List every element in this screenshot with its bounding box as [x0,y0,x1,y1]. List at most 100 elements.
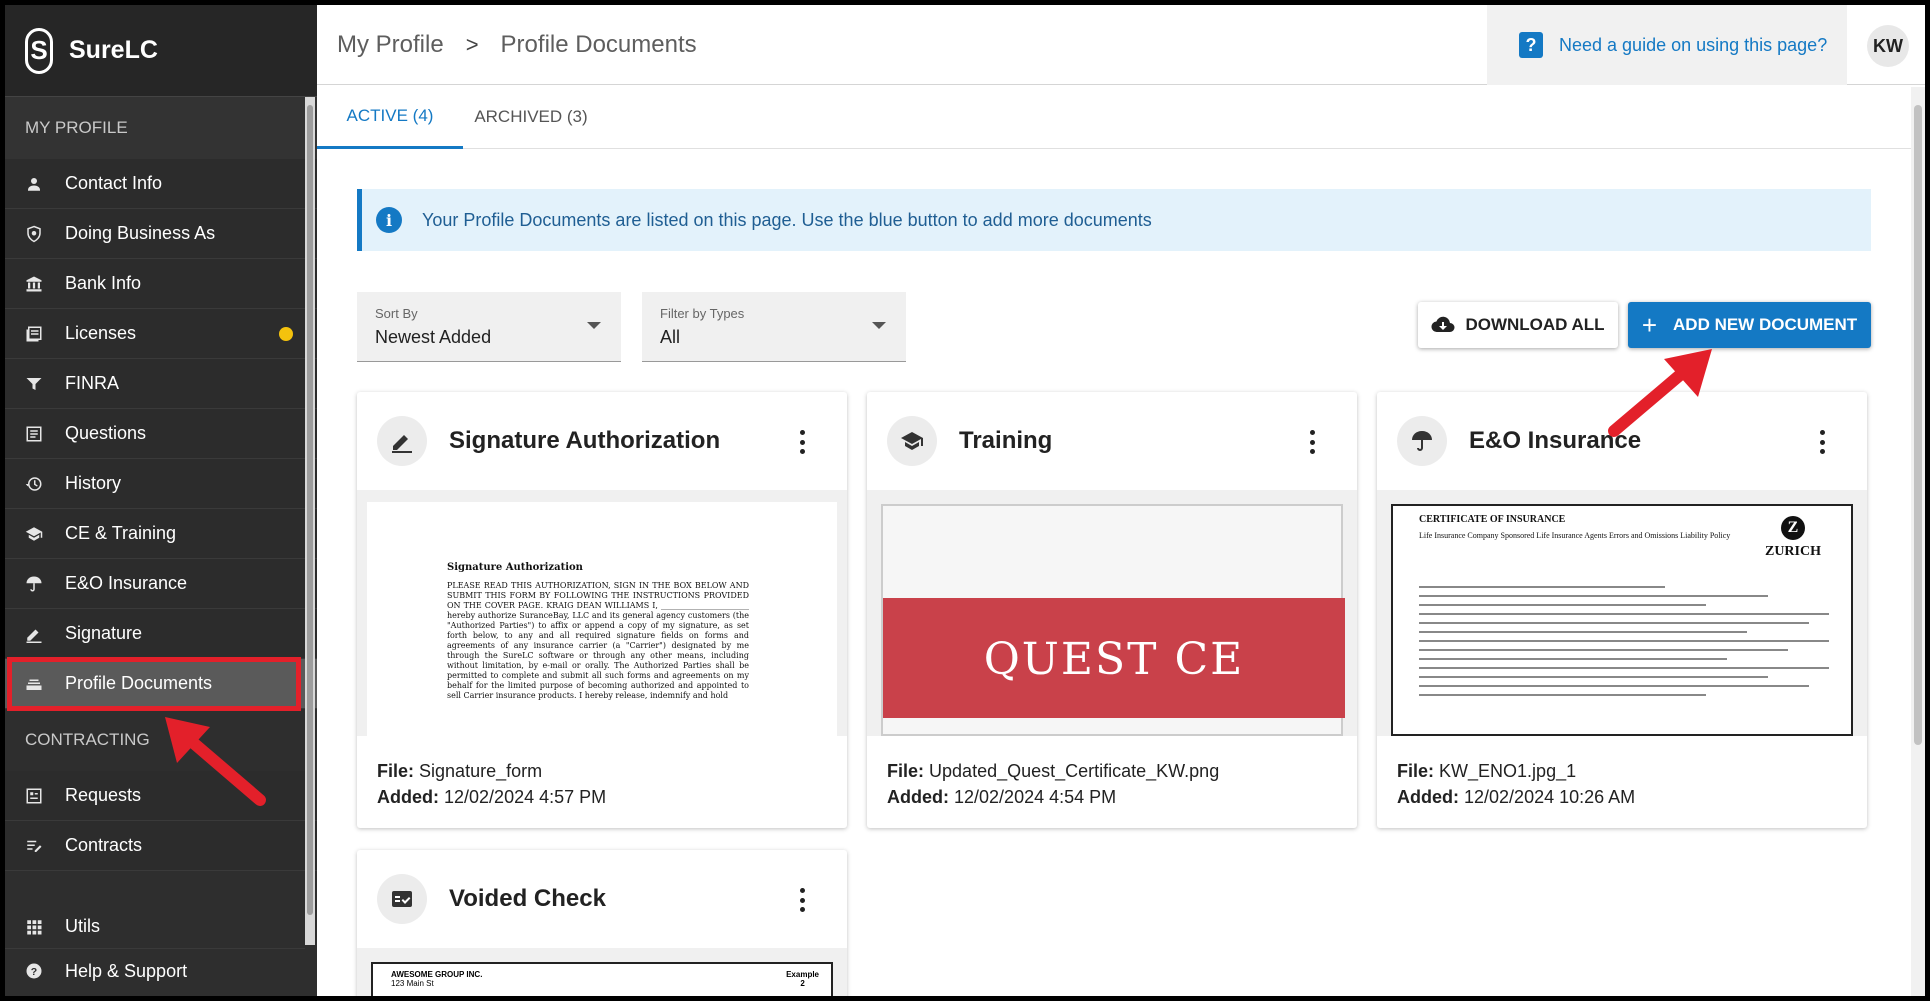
check-corner: Example 2 [786,970,819,988]
card-header: E&O Insurance [1377,392,1867,490]
chevron-down-icon [587,322,601,329]
card-header: Training [867,392,1357,490]
guide-link-text[interactable]: Need a guide on using this page? [1559,35,1827,56]
document-preview[interactable]: CERTIFICATE OF INSURANCE Life Insurance … [1377,490,1867,736]
card-meta: File: Signature_form Added: 12/02/2024 4… [357,736,847,828]
sidebar-item-label: Help & Support [65,960,188,981]
breadcrumb-separator: > [465,32,479,57]
pen-icon [25,625,43,643]
main-scrollbar-thumb[interactable] [1914,105,1922,745]
more-options-icon[interactable] [1309,430,1315,454]
document-card-training[interactable]: Training QUEST CE File: Updated_Quest_Ce… [867,392,1357,828]
document-card-eo-insurance[interactable]: E&O Insurance CERTIFICATE OF INSURANCE L… [1377,392,1867,828]
sidebar-item-utils[interactable]: Utils [5,905,305,949]
file-label: File: [377,761,415,781]
sidebar-item-finra[interactable]: FINRA [5,359,317,409]
more-options-icon[interactable] [1819,430,1825,454]
sidebar-item-ce-training[interactable]: CE & Training [5,509,317,559]
questions-icon [25,425,43,443]
document-card-voided-check[interactable]: Voided Check AWESOME GROUP INC. 123 Main… [357,850,847,996]
badge-icon [25,225,43,243]
card-title: E&O Insurance [1469,427,1642,454]
sidebar-item-label: Bank Info [65,273,142,293]
sort-by-select[interactable]: Sort By Newest Added [357,292,621,362]
more-options-icon[interactable] [799,430,805,454]
sidebar-item-licenses[interactable]: Licenses [5,309,317,359]
preview-body: PLEASE READ THIS AUTHORIZATION, SIGN IN … [447,581,749,700]
sidebar-item-history[interactable]: History [5,459,317,509]
insurance-certificate-image: CERTIFICATE OF INSURANCE Life Insurance … [1391,504,1853,736]
chevron-down-icon [872,322,886,329]
sidebar-item-label: Doing Business As [65,223,216,243]
file-name: Signature_form [419,761,543,781]
finra-icon [25,375,43,393]
avatar[interactable]: KW [1867,25,1909,67]
surelc-logo-icon: S [25,27,53,74]
sidebar-item-label: Contact Info [65,173,163,193]
card-title: Voided Check [449,885,606,912]
certificate-image: QUEST CE [881,504,1345,736]
add-new-document-label: ADD NEW DOCUMENT [1673,315,1858,334]
added-label: Added: [377,787,439,807]
sidebar-item-contact-info[interactable]: Contact Info [5,159,317,209]
bank-icon [25,275,43,293]
info-icon: i [376,207,402,233]
document-preview[interactable]: QUEST CE [867,490,1357,736]
sidebar-bottom-group: Utils ? Help & Support [5,905,305,993]
sort-by-value: Newest Added [375,327,492,347]
requests-icon [25,787,43,805]
certificate-text-lines [1419,586,1829,703]
document-preview[interactable]: AWESOME GROUP INC. 123 Main St Example 2 [357,948,847,996]
card-meta: File: KW_ENO1.jpg_1 Added: 12/02/2024 10… [1377,736,1867,828]
card-meta: File: Updated_Quest_Certificate_KW.png A… [867,736,1357,828]
sidebar-item-doing-business-as[interactable]: Doing Business As [5,209,317,259]
sidebar-item-bank-info[interactable]: Bank Info [5,259,317,309]
sidebar-item-label: Licenses [65,323,137,343]
graduation-cap-icon [25,525,43,543]
guide-link[interactable]: ? Need a guide on using this page? [1487,5,1847,85]
more-options-icon[interactable] [799,888,805,912]
tab-archived[interactable]: ARCHIVED (3) [463,85,599,149]
file-label: File: [887,761,925,781]
add-new-document-button[interactable]: + ADD NEW DOCUMENT [1628,302,1871,348]
document-card-signature-authorization[interactable]: Signature Authorization Signature Author… [357,392,847,828]
help-icon: ? [25,962,43,980]
sidebar-item-label: History [65,473,122,493]
sidebar-item-label: Signature [65,623,143,643]
preview-heading: Signature Authorization [447,562,583,573]
sidebar: S SureLC MY PROFILE Contact Info Doing B… [5,5,317,996]
download-all-button[interactable]: DOWNLOAD ALL [1418,302,1618,348]
sidebar-item-questions[interactable]: Questions [5,409,317,459]
file-name: Updated_Quest_Certificate_KW.png [929,761,1220,781]
added-date: 12/02/2024 4:57 PM [444,787,607,807]
sidebar-item-label: Requests [65,785,142,805]
zurich-wordmark: ZURICH [1764,544,1821,559]
tab-active[interactable]: ACTIVE (4) [317,85,463,149]
sidebar-item-eo-insurance[interactable]: E&O Insurance [5,559,317,609]
sidebar-item-label: FINRA [65,373,119,393]
document-preview[interactable]: Signature Authorization PLEASE READ THIS… [357,490,847,736]
help-question-icon: ? [1519,32,1543,58]
added-label: Added: [887,787,949,807]
tabs: ACTIVE (4) ARCHIVED (3) [317,85,1913,149]
card-header: Voided Check [357,850,847,948]
breadcrumb: My Profile > Profile Documents [337,31,697,59]
sidebar-item-requests[interactable]: Requests [5,771,317,821]
sidebar-item-label: Questions [65,423,147,443]
check-icon [377,874,427,924]
card-title: Training [959,427,1053,454]
section-header-contracting: CONTRACTING [5,709,317,771]
sort-by-label: Sort By [375,306,418,321]
sidebar-item-help-support[interactable]: ? Help & Support [5,949,305,993]
sidebar-item-signature[interactable]: Signature [5,609,317,659]
breadcrumb-my-profile[interactable]: My Profile [337,31,444,59]
grid-icon [25,918,43,936]
voided-check-image: AWESOME GROUP INC. 123 Main St Example 2 [371,962,833,996]
certificate-brand: QUEST CE [983,634,1245,685]
added-date: 12/02/2024 10:26 AM [1464,787,1636,807]
logo[interactable]: S SureLC [5,5,317,97]
breadcrumb-profile-documents: Profile Documents [500,31,697,58]
sidebar-scrollbar-thumb[interactable] [307,105,313,915]
sidebar-item-contracts[interactable]: Contracts [5,821,317,871]
filter-by-types-select[interactable]: Filter by Types All [642,292,906,362]
